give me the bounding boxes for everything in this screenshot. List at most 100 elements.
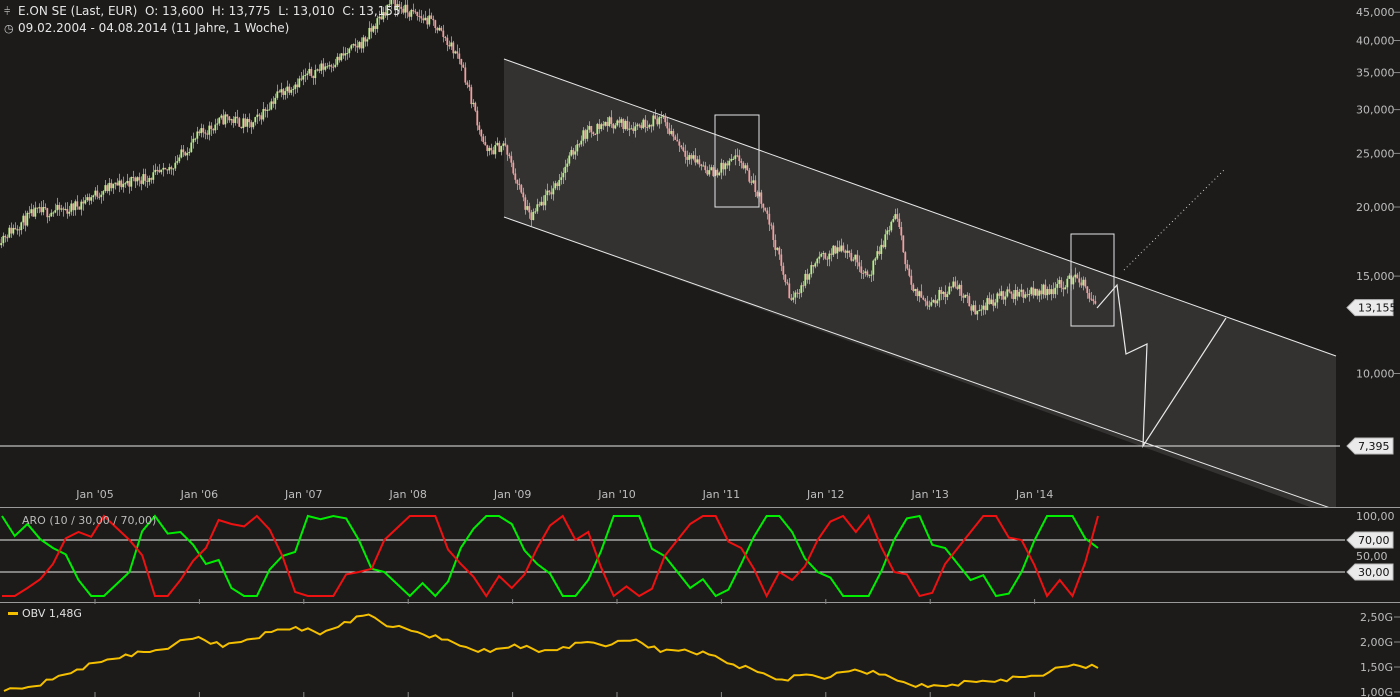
obv-y-tick-label: 2,50G <box>1360 611 1393 624</box>
candle-body <box>164 167 167 170</box>
candle-body <box>422 18 425 21</box>
candle-body <box>1024 294 1027 298</box>
candle-body <box>726 163 729 166</box>
candle-body <box>1022 289 1025 298</box>
candle-body <box>1030 287 1033 294</box>
candle-body <box>704 165 707 171</box>
candle-body <box>1084 279 1087 287</box>
candle-body <box>918 291 921 297</box>
obv-line <box>3 613 1099 692</box>
candle-body <box>14 227 17 230</box>
candle-body <box>838 247 841 252</box>
candle-body <box>404 4 407 13</box>
candle-body <box>844 250 847 253</box>
candle-body <box>96 190 99 197</box>
trend-channel <box>503 58 1337 507</box>
candle-body <box>1036 288 1039 296</box>
candle-body <box>64 208 67 210</box>
candle-body <box>206 133 209 135</box>
candle-body <box>878 251 881 254</box>
projection-dotted-line <box>1123 169 1225 271</box>
aroon-label: ARO (10 / 30,00 / 70,00) <box>22 514 156 527</box>
candle-body <box>140 180 143 184</box>
candle-body <box>728 160 731 166</box>
candle-body <box>498 142 501 152</box>
candle-body <box>658 117 661 125</box>
candle-body <box>836 247 839 254</box>
candle-body <box>922 297 925 300</box>
candle-body <box>616 120 619 126</box>
candle-body <box>754 180 757 193</box>
candle-body <box>1066 278 1069 288</box>
candle-body <box>832 245 835 255</box>
candle-body <box>854 254 857 260</box>
candle-body <box>1004 296 1007 300</box>
candle-body <box>572 150 575 155</box>
obv-y-tick-label: 1,00G <box>1360 686 1393 697</box>
candle-body <box>818 256 821 259</box>
candle-body <box>216 123 219 125</box>
candle-body <box>518 183 521 186</box>
candle-body <box>866 271 869 276</box>
candle-body <box>372 26 375 32</box>
candle-body <box>504 143 507 146</box>
candle-body <box>230 119 233 121</box>
candle-body <box>732 158 735 160</box>
candle-body <box>22 215 25 223</box>
candle-body <box>290 89 293 93</box>
candle-body <box>1060 280 1063 288</box>
candle-body <box>952 281 955 288</box>
candle-body <box>730 158 733 161</box>
candle-body <box>0 243 3 246</box>
candle-body <box>534 211 537 213</box>
candle-body <box>1082 279 1085 286</box>
candle-body <box>626 120 629 130</box>
candle-body <box>706 170 709 175</box>
candle-body <box>124 183 127 185</box>
candle-body <box>598 123 601 130</box>
candle-body <box>456 51 459 54</box>
candle-body <box>276 91 279 98</box>
candle-body <box>492 150 495 155</box>
candle-body <box>680 145 683 148</box>
candle-body <box>54 210 57 213</box>
candle-body <box>982 305 985 310</box>
aroon-panel: ARO (10 / 30,00 / 70,00) 100,00 50,00 70,00… <box>0 510 1395 599</box>
candle-body <box>934 300 937 304</box>
x-tick-label: Jan '11 <box>702 488 740 501</box>
candle-body <box>670 130 673 134</box>
candle-body <box>478 125 481 130</box>
candle-body <box>524 197 527 210</box>
candle-body <box>370 27 373 32</box>
candle-body <box>482 136 485 143</box>
candle-body <box>770 224 773 226</box>
candle-body <box>860 266 863 273</box>
candle-body <box>402 8 405 13</box>
candle-body <box>172 168 175 170</box>
candle-body <box>472 102 475 105</box>
candle-body <box>868 274 871 276</box>
candle-body <box>244 118 247 127</box>
candle-body <box>580 140 583 145</box>
candle-body <box>356 45 359 48</box>
candle-body <box>850 252 853 261</box>
candle-body <box>1080 282 1083 286</box>
candle-body <box>640 125 643 128</box>
candle-body <box>744 165 747 169</box>
x-tick-label: Jan '12 <box>806 488 844 501</box>
candle-body <box>684 150 687 157</box>
y-tick-label: 15,000 <box>1356 270 1395 283</box>
candle-body <box>1048 289 1051 295</box>
candle-body <box>724 163 727 170</box>
candle-body <box>108 182 111 192</box>
candle-body <box>1032 287 1035 296</box>
candle-body <box>56 204 59 211</box>
candle-body <box>742 162 745 169</box>
candle-body <box>618 120 621 123</box>
candle-body <box>46 208 49 218</box>
candle-body <box>788 283 791 299</box>
candle-body <box>354 44 357 46</box>
candle-body <box>100 194 103 197</box>
obv-label: OBV 1,48G <box>22 607 82 620</box>
candle-body <box>368 27 371 40</box>
